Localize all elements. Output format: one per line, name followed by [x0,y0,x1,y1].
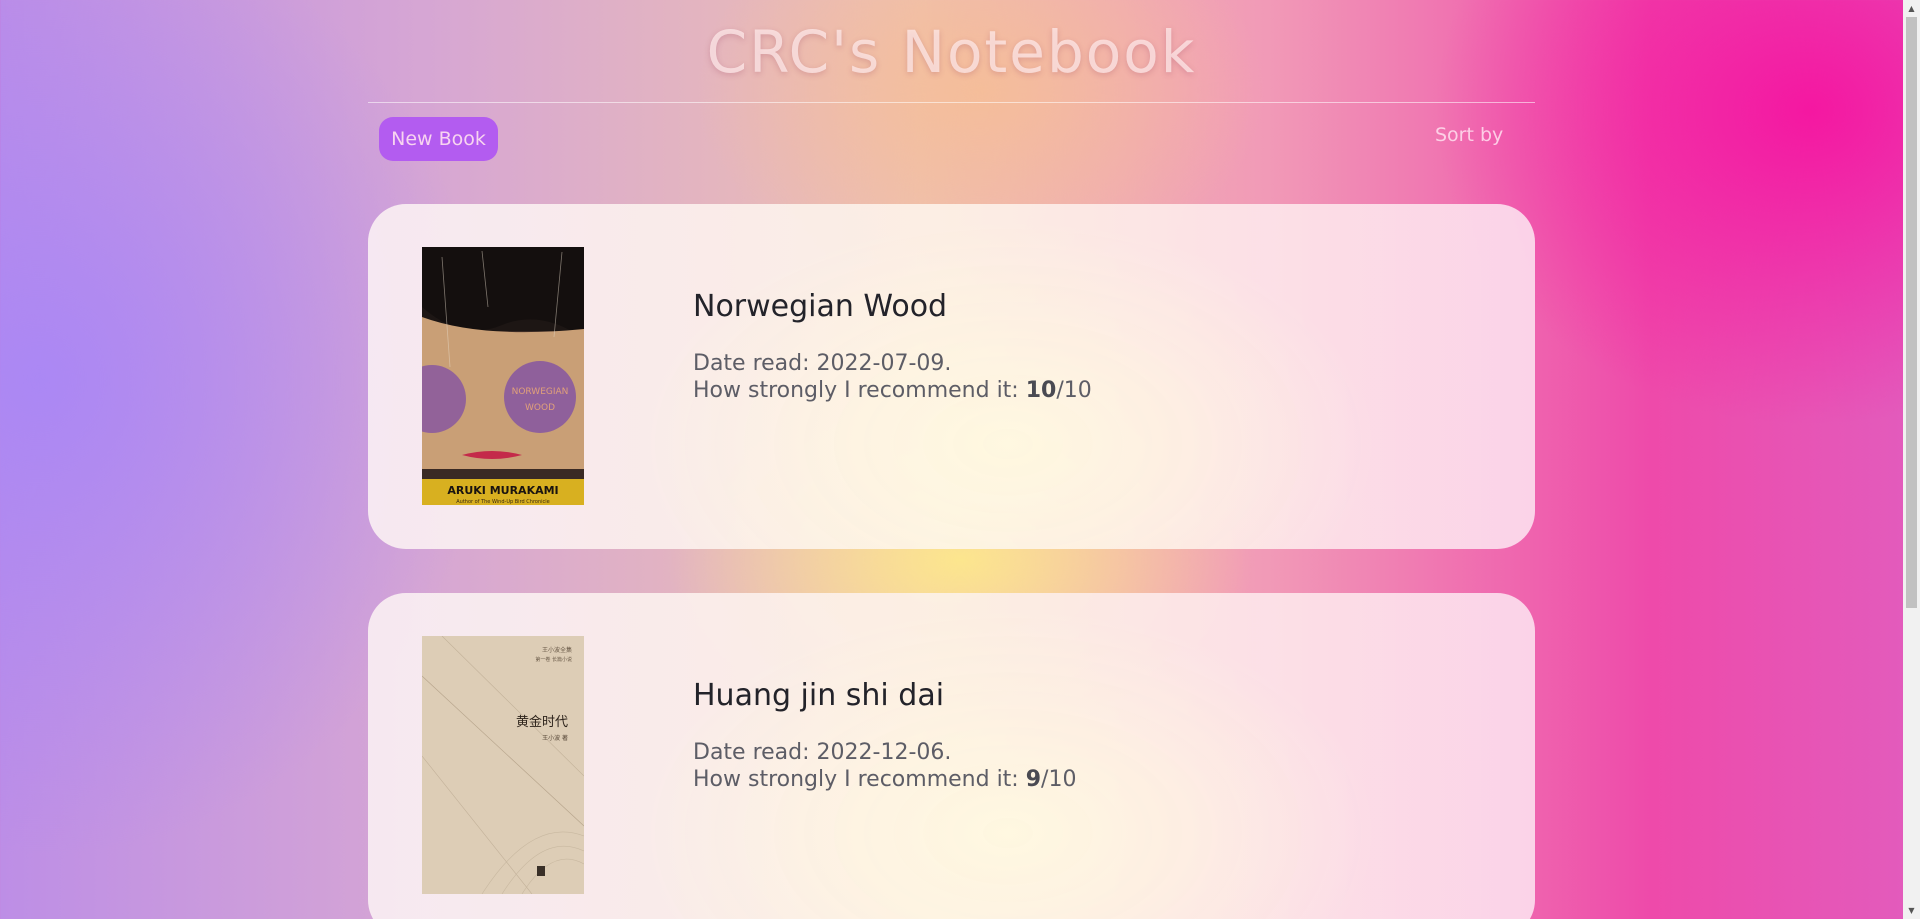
date-read: Date read: 2022-07-09. [693,351,952,376]
new-book-button[interactable]: New Book [379,117,498,161]
recommendation: How strongly I recommend it: 10/10 [693,378,1092,403]
vertical-scrollbar[interactable]: ▲ ▼ [1903,0,1920,919]
recommendation: How strongly I recommend it: 9/10 [693,767,1077,792]
scrollbar-thumb[interactable] [1906,17,1917,608]
book-title[interactable]: Huang jin shi dai [693,678,944,713]
book-card[interactable]: 王小波全集 第一卷 长篇小说 黄金时代 王小波 著 Huang jin shi … [368,593,1535,919]
rating-value: 9 [1025,767,1042,792]
svg-text:WOOD: WOOD [525,403,555,413]
sort-by-dropdown[interactable]: Sort by [1435,124,1503,146]
date-read: Date read: 2022-12-06. [693,740,952,765]
cover-author-text: ARUKI MURAKAMI [447,484,558,497]
svg-text:第一卷 长篇小说: 第一卷 长篇小说 [535,656,572,663]
book-meta: Date read: 2022-07-09. How strongly I re… [693,350,1092,404]
book-cover-image[interactable]: NORWEGIAN WOOD ARUKI MURAKAMI Author of … [422,247,584,505]
book-title[interactable]: Norwegian Wood [693,289,947,324]
scroll-down-icon[interactable]: ▼ [1903,902,1920,919]
svg-text:王小波全集: 王小波全集 [542,646,572,654]
rating-value: 10 [1025,378,1057,403]
cover-title-text: 黄金时代 [516,714,568,730]
svg-text:Author of The Wind-Up Bird Chr: Author of The Wind-Up Bird Chronicle [456,499,550,505]
book-cover-image[interactable]: 王小波全集 第一卷 长篇小说 黄金时代 王小波 著 [422,636,584,894]
scroll-up-icon[interactable]: ▲ [1903,0,1920,17]
book-meta: Date read: 2022-12-06. How strongly I re… [693,739,1076,793]
site-title: CRC's Notebook [706,18,1197,86]
cover-title-text: NORWEGIAN [512,387,569,397]
site-header: CRC's Notebook [368,0,1535,103]
book-card[interactable]: NORWEGIAN WOOD ARUKI MURAKAMI Author of … [368,204,1535,549]
cover-author-text: 王小波 著 [542,734,568,742]
